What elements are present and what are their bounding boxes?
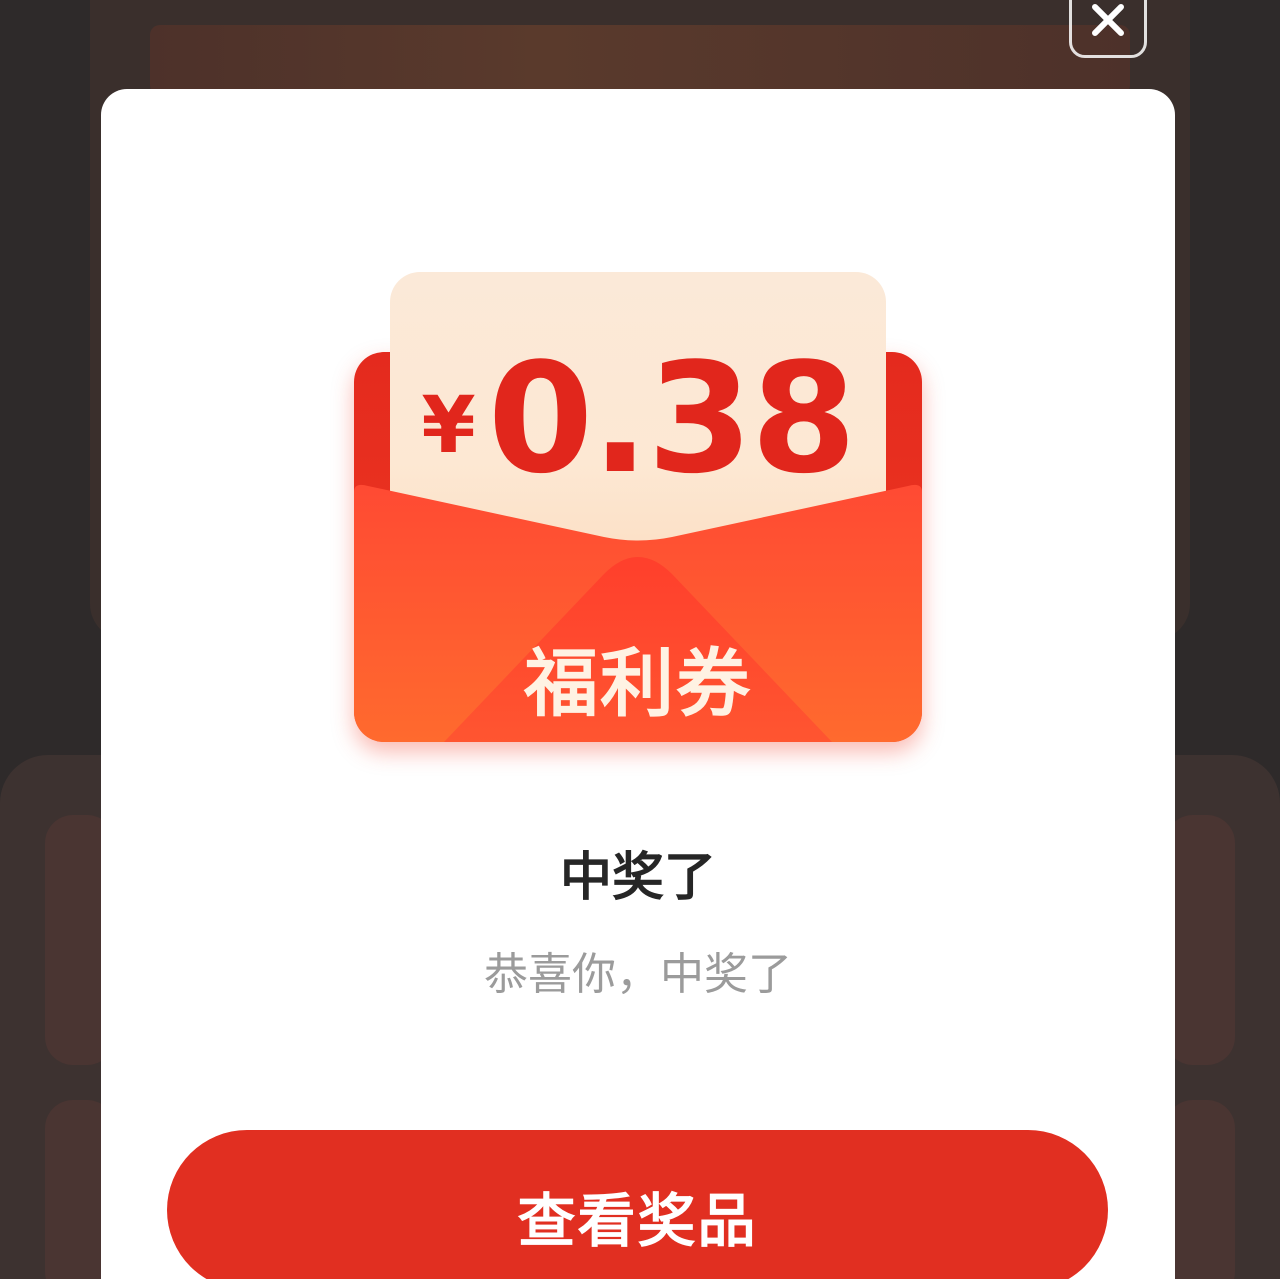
- coupon-label: 福利券: [524, 641, 752, 727]
- background-banner: [150, 25, 1130, 95]
- close-icon: [1092, 4, 1124, 36]
- dialog-message: 恭喜你，中奖了: [484, 949, 792, 1000]
- red-envelope-illustration: ¥0.38 福利券: [354, 272, 922, 752]
- background-card: [1165, 1100, 1235, 1279]
- background-card: [1165, 815, 1235, 1065]
- dialog-title: 中奖了: [559, 848, 716, 908]
- close-button[interactable]: [1069, 0, 1147, 58]
- view-prize-button[interactable]: 查看奖品: [167, 1130, 1108, 1279]
- screen: ¥0.38 福利券 中奖了 恭喜你，中奖了 查看奖品: [0, 0, 1280, 1279]
- envelope-front: 福利券: [354, 352, 922, 742]
